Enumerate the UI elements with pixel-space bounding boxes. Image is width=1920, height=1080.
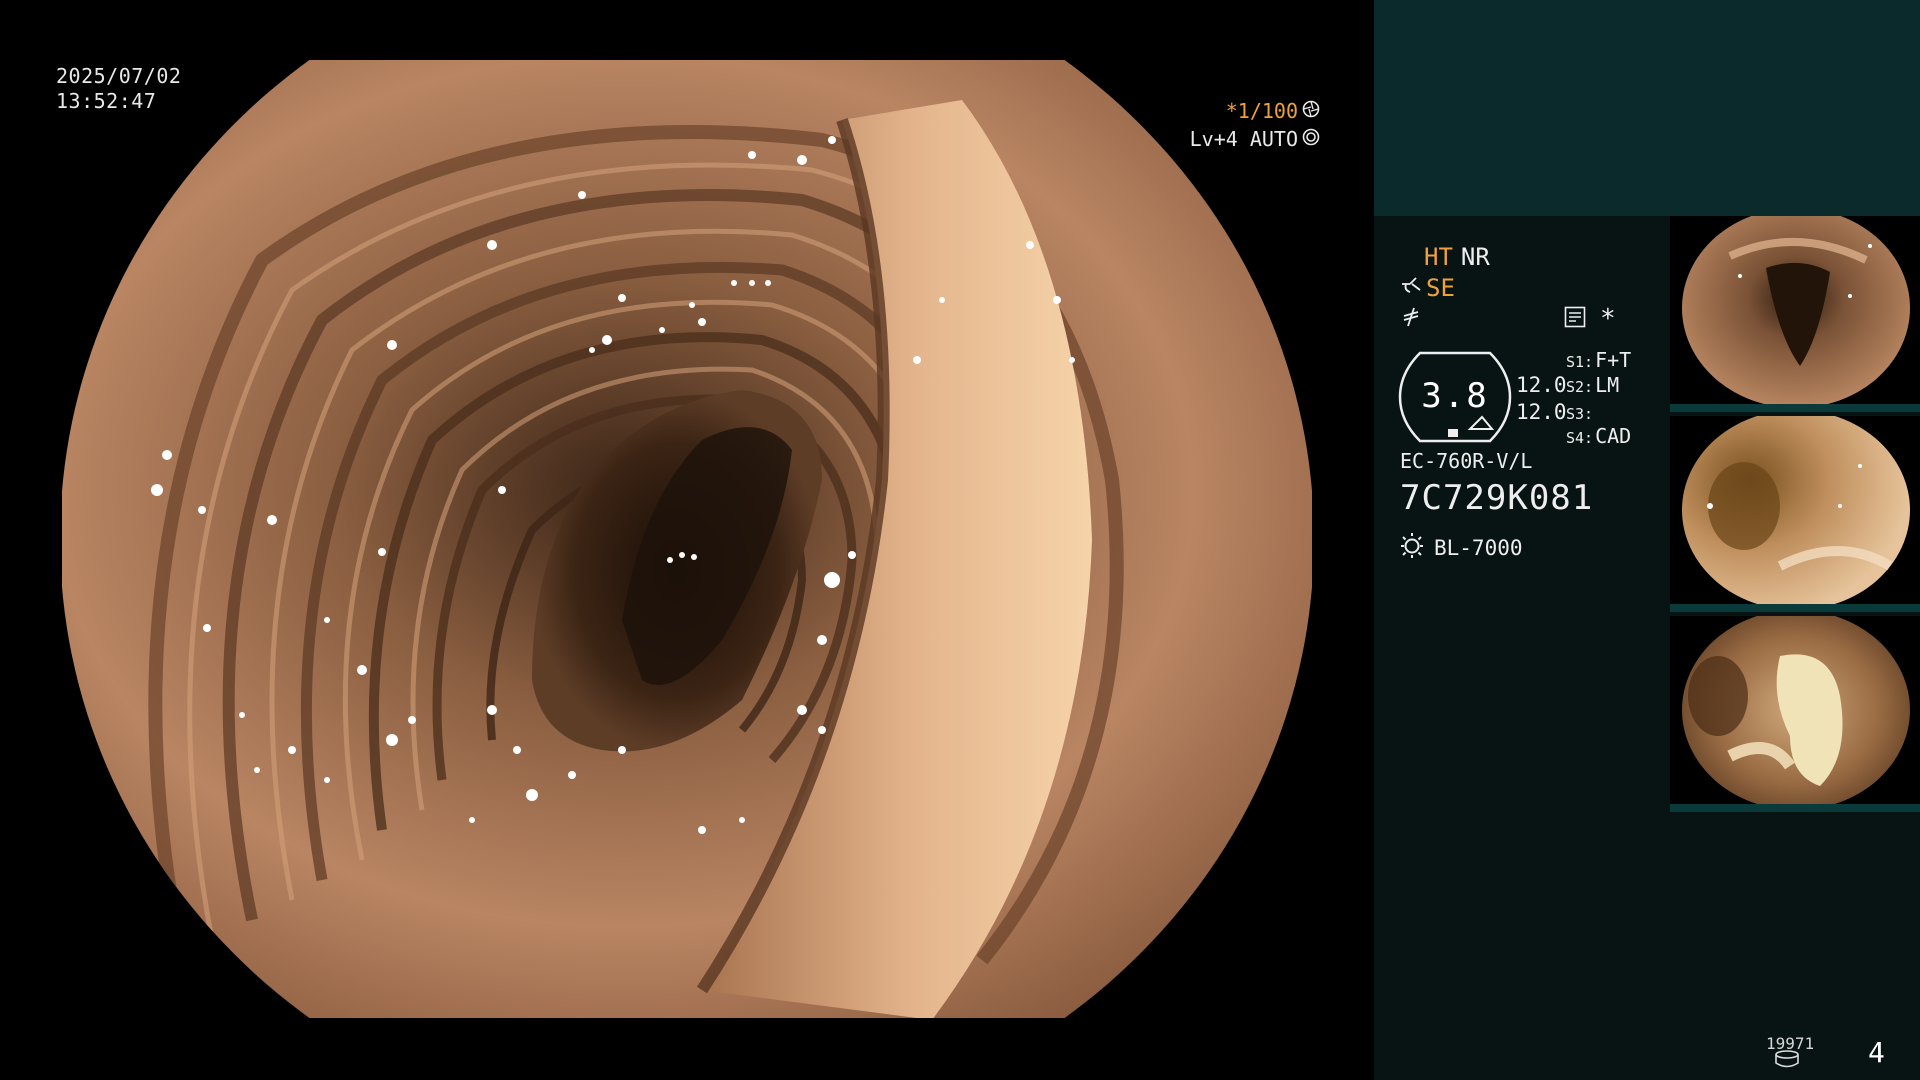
switch-s3: S3: xyxy=(1566,405,1594,423)
ring-icon xyxy=(1302,127,1320,151)
setting-value-a: 12.0 xyxy=(1516,373,1567,397)
scope-model: EC-760R-V/L xyxy=(1400,449,1533,473)
light-source-row: BL-7000 xyxy=(1398,531,1523,565)
gauge-value: 3.8 xyxy=(1421,376,1489,416)
scope-serial: 7C729K081 xyxy=(1400,478,1594,518)
page-number: 4 xyxy=(1868,1036,1885,1069)
storage-icon xyxy=(1775,1050,1799,1068)
ht-indicator: HT xyxy=(1424,243,1453,271)
se-indicator: SE xyxy=(1426,274,1455,302)
lamp-icon xyxy=(1398,531,1426,565)
capture-time: 13:52:47 xyxy=(56,89,157,113)
shutter-value: *1/100 xyxy=(1225,99,1298,123)
freeze-icon xyxy=(1400,306,1422,333)
switch-s2: S2: LM xyxy=(1566,373,1620,397)
light-source-label: BL-7000 xyxy=(1434,536,1523,560)
aperture-icon xyxy=(1302,99,1320,123)
info-panel-header xyxy=(1374,0,1920,216)
captured-image-thumbnail-2[interactable] xyxy=(1670,416,1920,612)
shutter-indicator: *1/100 xyxy=(1226,99,1320,123)
star-marker: * xyxy=(1600,304,1616,334)
nr-indicator: NR xyxy=(1460,243,1490,271)
endoscope-live-view xyxy=(62,60,1312,1018)
setting-value-b: 12.0 xyxy=(1516,400,1567,424)
switch-s1: S1: F+T xyxy=(1566,348,1632,372)
captured-image-thumbnail-1[interactable] xyxy=(1670,216,1920,412)
se-row: SE xyxy=(1400,275,1455,301)
capture-date: 2025/07/02 xyxy=(56,64,182,88)
endoscopy-screen: 2025/07/02 13:52:47 *1/100 Lv+4 AUTO HT N… xyxy=(0,0,1920,1080)
level-value: Lv+4 AUTO xyxy=(1189,127,1298,151)
captured-image-thumbnail-3[interactable] xyxy=(1670,616,1920,812)
mode-row: HT NR xyxy=(1424,244,1498,270)
brightness-level-indicator: Lv+4 AUTO xyxy=(1190,127,1320,151)
hook-icon xyxy=(1400,275,1424,301)
memo-icon xyxy=(1564,306,1586,335)
switch-s4: S4: CAD xyxy=(1566,424,1632,448)
